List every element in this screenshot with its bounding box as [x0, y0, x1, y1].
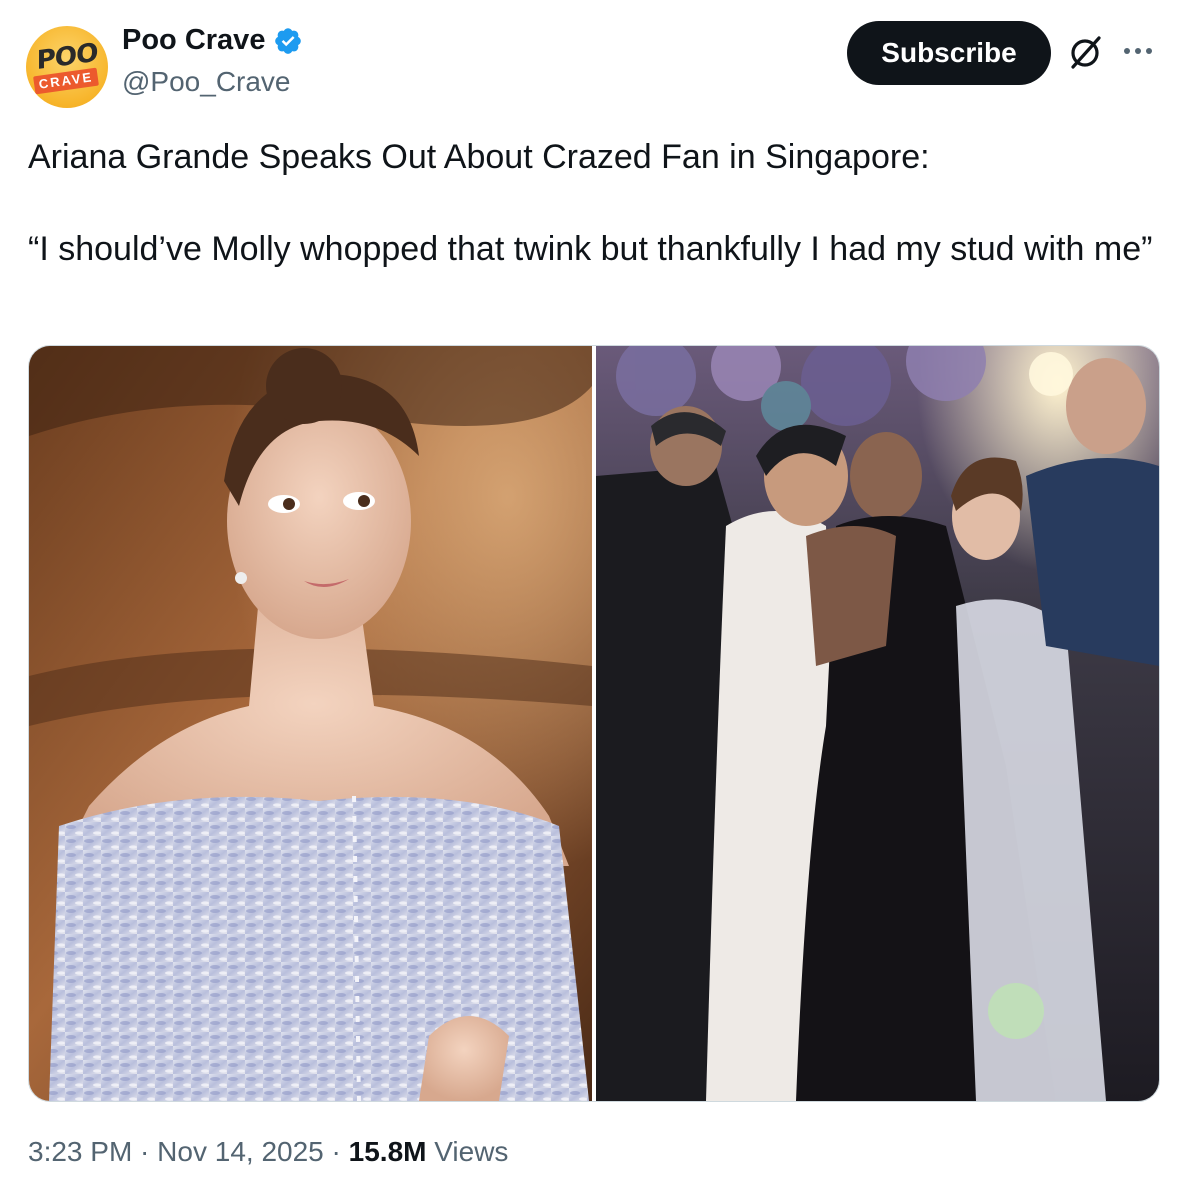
views-label: Views	[426, 1136, 509, 1167]
photo-right[interactable]	[596, 346, 1159, 1101]
views-count[interactable]: 15.8M	[349, 1136, 427, 1168]
meta-separator: ·	[132, 1136, 158, 1167]
author-display-name[interactable]: Poo Crave	[122, 24, 265, 57]
photo-left[interactable]	[29, 346, 592, 1101]
avatar[interactable]: POO CRAVE	[26, 26, 108, 108]
verified-badge-icon	[275, 27, 302, 54]
more-icon[interactable]	[1120, 36, 1156, 66]
subscribe-button[interactable]: Subscribe	[847, 21, 1051, 85]
tweet-date[interactable]: Nov 14, 2025	[157, 1136, 324, 1168]
author-handle[interactable]: @Poo_Crave	[122, 66, 291, 98]
tweet-meta: 3:23 PM · Nov 14, 2025 · 15.8M Views	[28, 1136, 508, 1168]
author-name-row: Poo Crave	[122, 24, 303, 57]
media-grid[interactable]	[28, 345, 1160, 1102]
grok-icon[interactable]	[1066, 34, 1104, 72]
meta-separator: ·	[323, 1136, 349, 1167]
tweet-time[interactable]: 3:23 PM	[28, 1136, 132, 1168]
tweet-text: Ariana Grande Speaks Out About Crazed Fa…	[28, 138, 1153, 268]
